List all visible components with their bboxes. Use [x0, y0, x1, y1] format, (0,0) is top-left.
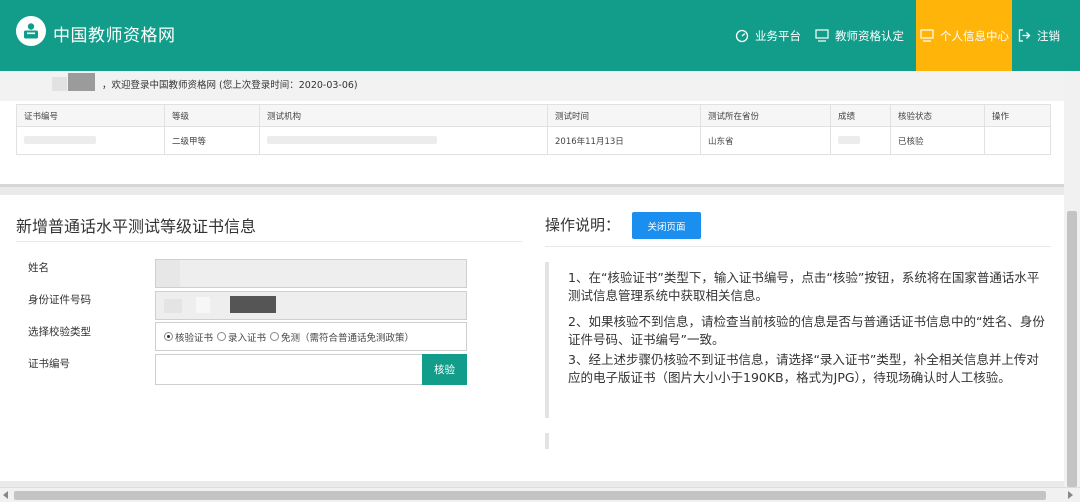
- welcome-text: ，欢迎登录中国教师资格网 (您上次登录时间：2020-03-06): [102, 80, 358, 91]
- username-redaction: [68, 73, 95, 91]
- col-header-score: 成绩: [830, 104, 891, 127]
- verify-button[interactable]: 核验: [422, 354, 467, 385]
- col-header-level: 等级: [164, 104, 260, 127]
- certificate-list-card: 证书编号 等级 测试机构 测试时间 测试所在省份 成绩 核验状态 操作 二级甲等…: [0, 101, 1064, 187]
- help-title: 操作说明：: [545, 216, 621, 234]
- cell-level: 二级甲等: [164, 126, 260, 155]
- horizontal-scroll-thumb[interactable]: [14, 491, 1046, 500]
- horizontal-scrollbar[interactable]: [0, 487, 1080, 502]
- nav-teacher-certification[interactable]: 教师资格认定: [815, 0, 904, 71]
- col-header-status: 核验状态: [890, 104, 985, 127]
- scroll-left-icon[interactable]: [3, 491, 8, 499]
- site-title[interactable]: 中国教师资格网: [53, 21, 176, 46]
- site-logo[interactable]: [16, 16, 46, 46]
- help-content: 1、在“核验证书”类型下，输入证书编号，点击“核验”按钮，系统将在国家普通话水平…: [545, 262, 1051, 418]
- cell-date: 2016年11月13日: [547, 126, 701, 155]
- cell-province: 山东省: [700, 126, 831, 155]
- nav-label: 个人信息中心: [940, 28, 1009, 43]
- nav-label: 注销: [1037, 28, 1060, 43]
- help-paragraph: 3、经上述步骤仍核验不到证书信息，请选择“录入证书”类型，补全相关信息并上传对应…: [568, 352, 1039, 385]
- verify-type-group: 核验证书 录入证书 免测（需符合普通话免测政策）: [155, 322, 467, 351]
- name-field: [155, 259, 467, 288]
- cert-number-label: 证书编号: [28, 358, 70, 370]
- vertical-scroll-thumb[interactable]: [1067, 211, 1077, 487]
- cell-score: [830, 126, 891, 155]
- id-number-label: 身份证件号码: [28, 294, 91, 306]
- verify-type-label: 选择校验类型: [28, 326, 91, 338]
- radio-label[interactable]: 核验证书: [175, 330, 213, 344]
- help-footer-bar: [545, 433, 549, 449]
- monitor-icon: [815, 29, 829, 42]
- help-paragraph: 1、在“核验证书”类型下，输入证书编号，点击“核验”按钮，系统将在国家普通话水平…: [568, 270, 1040, 303]
- top-header: 中国教师资格网 业务平台 教师资格认定 个人信息中心 注销: [0, 0, 1080, 71]
- col-header-date: 测试时间: [547, 104, 701, 127]
- dashboard-icon: [735, 29, 749, 42]
- nav-logout[interactable]: 注销: [1018, 0, 1060, 71]
- col-header-action: 操作: [984, 104, 1051, 127]
- radio-label[interactable]: 录入证书: [228, 330, 266, 344]
- add-certificate-card: 新增普通话水平测试等级证书信息 姓名 身份证件号码 选择校验类型 核验证书 录入…: [0, 195, 1064, 481]
- username-redaction: [52, 77, 67, 91]
- certificate-table: 证书编号 等级 测试机构 测试时间 测试所在省份 成绩 核验状态 操作 二级甲等…: [16, 104, 1051, 155]
- radio-exempt[interactable]: [270, 332, 280, 341]
- form-title: 新增普通话水平测试等级证书信息: [16, 217, 257, 236]
- score-redaction: [838, 136, 860, 144]
- id-redaction: [164, 299, 182, 313]
- id-redaction: [230, 296, 276, 313]
- teacher-logo-icon: [24, 23, 38, 39]
- id-number-field: [155, 291, 467, 320]
- cell-cert-no: [16, 126, 165, 155]
- table-header-row: 证书编号 等级 测试机构 测试时间 测试所在省份 成绩 核验状态 操作: [16, 104, 1051, 127]
- cell-org: [259, 126, 548, 155]
- divider: [545, 246, 1051, 247]
- logout-icon: [1018, 29, 1031, 42]
- col-header-province: 测试所在省份: [700, 104, 831, 127]
- cell-status: 已核验: [890, 126, 985, 155]
- welcome-bar: ，欢迎登录中国教师资格网 (您上次登录时间：2020-03-06): [0, 71, 1080, 101]
- radio-label[interactable]: 免测（需符合普通话免测政策）: [281, 330, 414, 344]
- help-paragraph: 2、如果核验不到信息，请检查当前核验的信息是否与普通话证书信息中的“姓名、身份证…: [568, 314, 1045, 347]
- cert-no-redaction: [24, 136, 96, 144]
- radio-verify-cert[interactable]: [164, 332, 173, 341]
- nav-label: 教师资格认定: [835, 28, 904, 43]
- nav-personal-center[interactable]: 个人信息中心: [916, 0, 1012, 71]
- table-row: 二级甲等 2016年11月13日 山东省 已核验: [16, 126, 1051, 155]
- id-redaction: [196, 297, 210, 313]
- col-header-org: 测试机构: [259, 104, 548, 127]
- nav-label: 业务平台: [755, 28, 801, 43]
- close-page-button[interactable]: 关闭页面: [632, 212, 701, 239]
- radio-enter-cert[interactable]: [217, 332, 227, 341]
- vertical-scrollbar[interactable]: [1064, 71, 1080, 487]
- cert-number-input[interactable]: [155, 354, 423, 385]
- org-redaction: [267, 136, 437, 144]
- col-header-cert-no: 证书编号: [16, 104, 165, 127]
- divider: [16, 241, 522, 242]
- name-redaction: [156, 260, 180, 287]
- cell-action: [984, 126, 1051, 155]
- name-label: 姓名: [28, 262, 49, 274]
- scroll-right-icon[interactable]: [1068, 491, 1073, 499]
- monitor-icon: [920, 29, 934, 42]
- nav-business-platform[interactable]: 业务平台: [735, 0, 801, 71]
